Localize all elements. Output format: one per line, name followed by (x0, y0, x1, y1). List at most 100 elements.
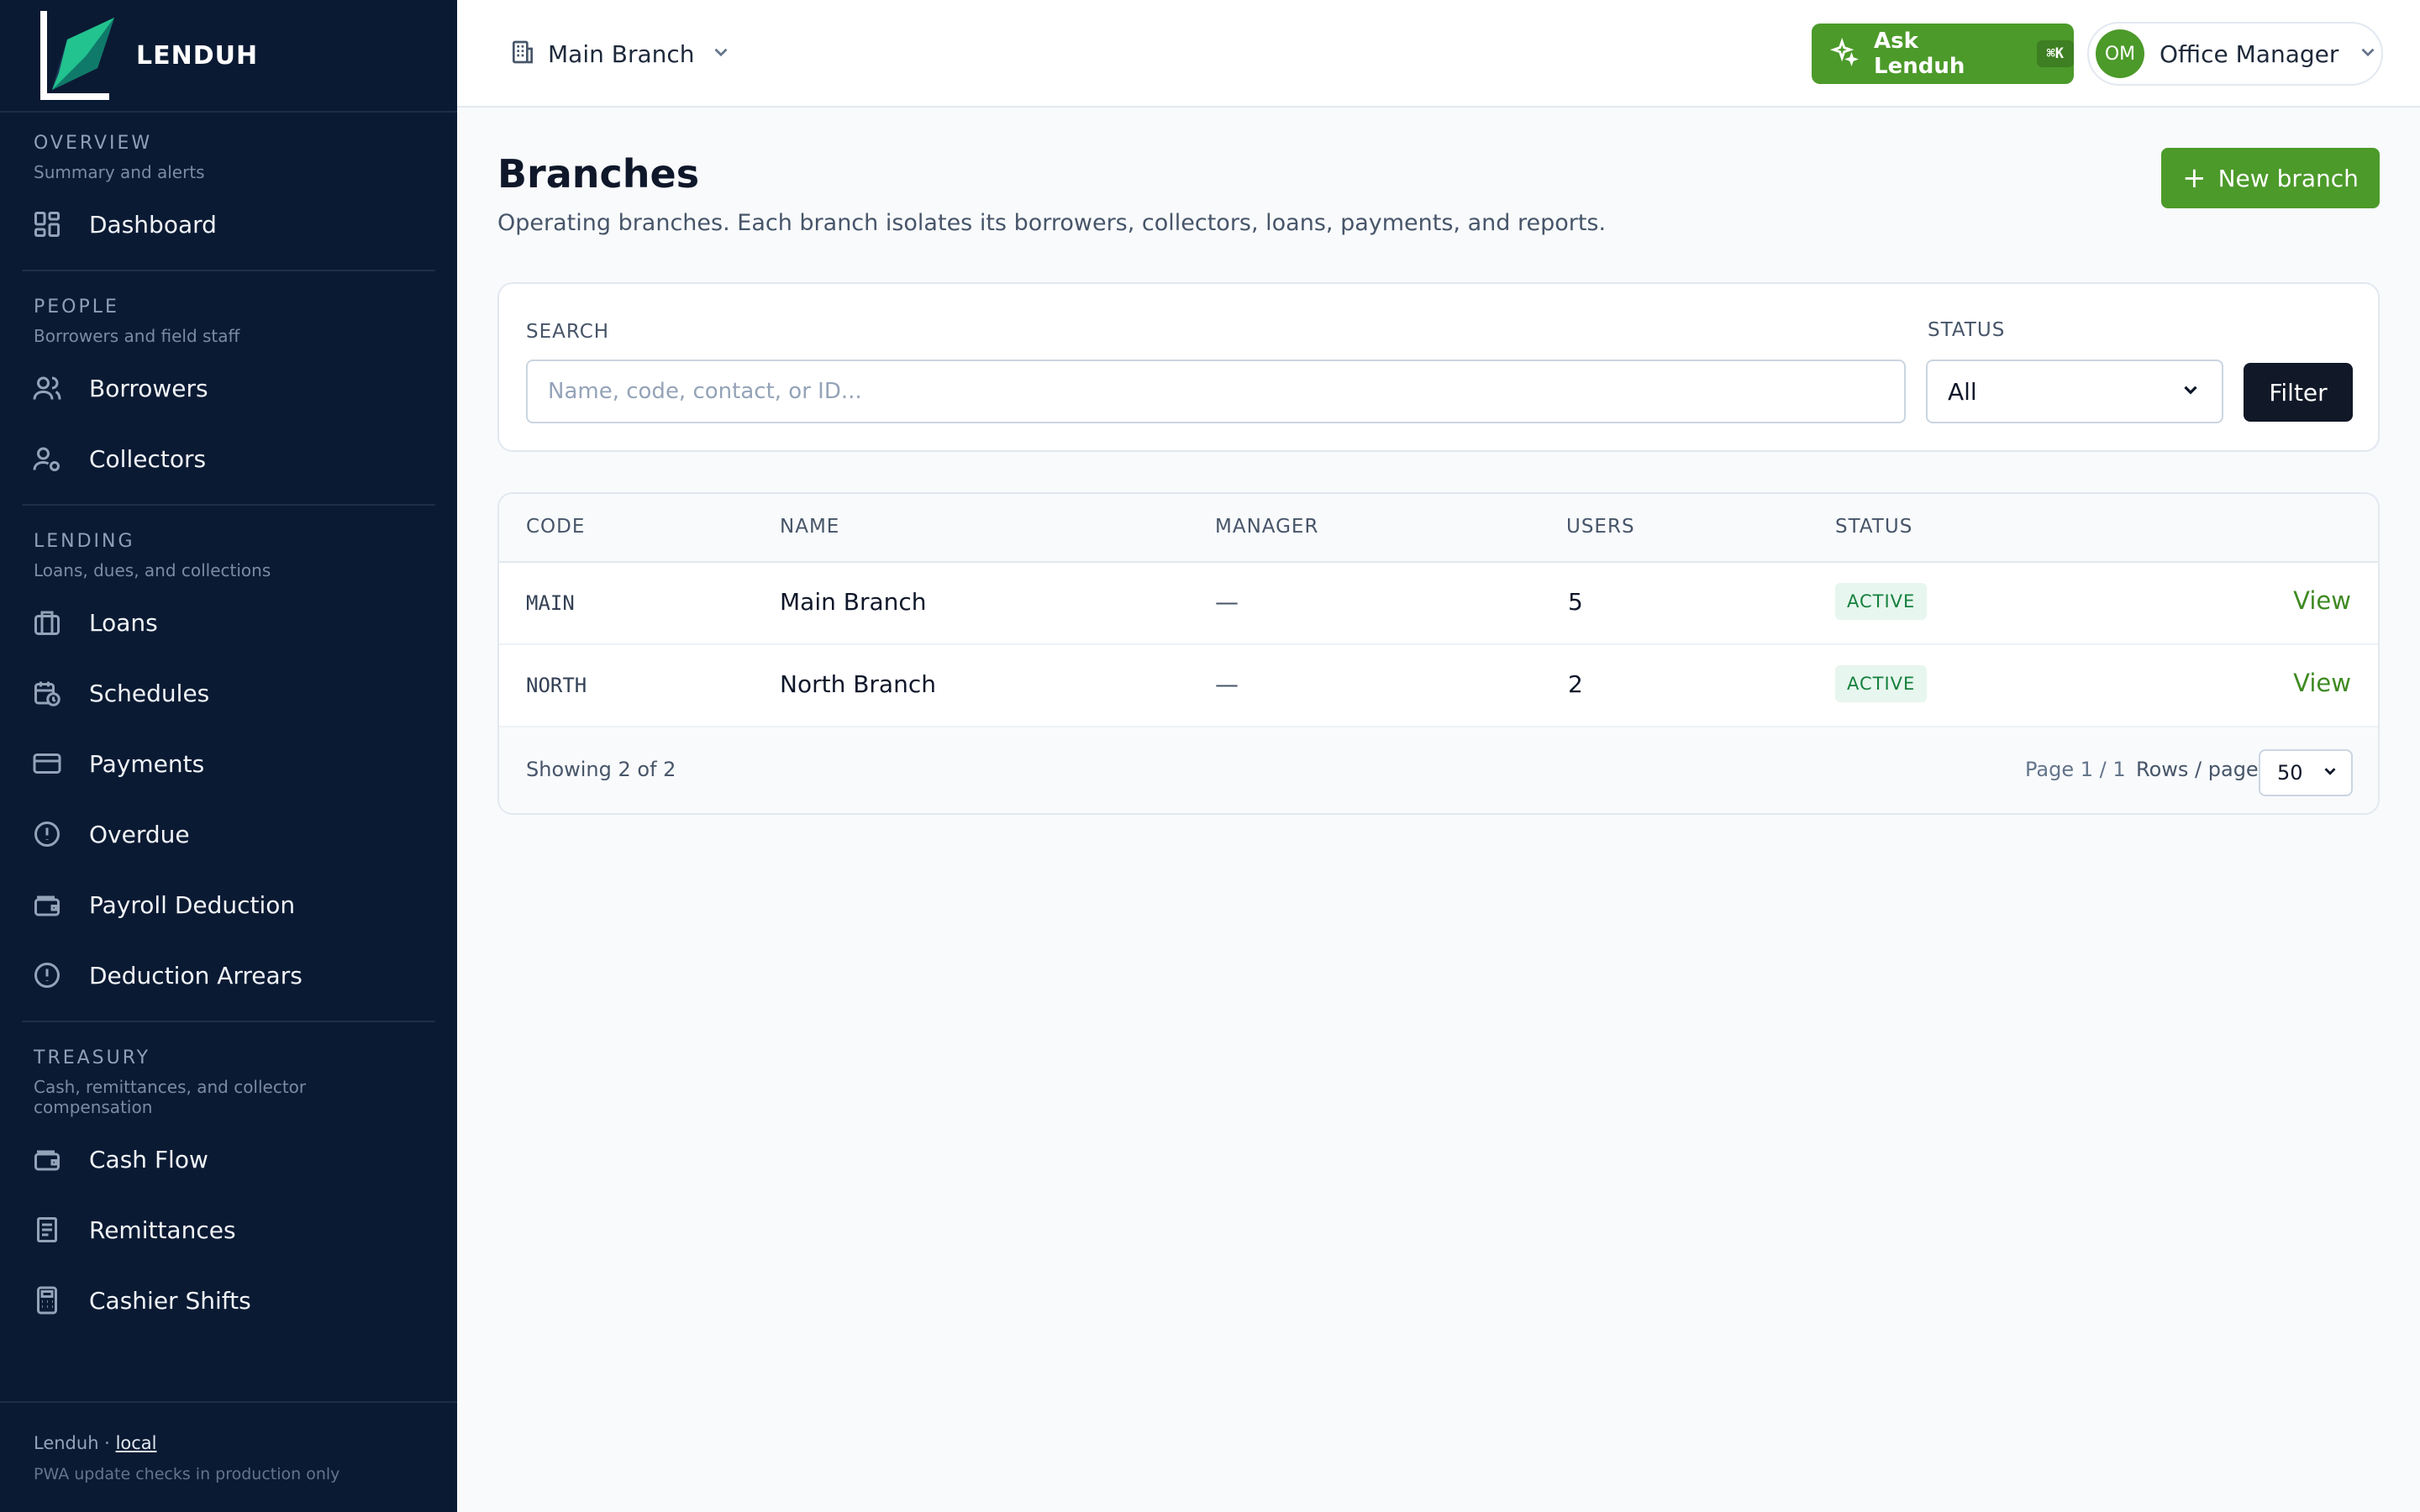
keyboard-shortcut: ⌘K (2036, 40, 2074, 67)
branch-code: MAIN (526, 591, 575, 615)
search-label: SEARCH (526, 321, 610, 343)
page-subtitle: Operating branches. Each branch isolates… (497, 210, 1607, 236)
ask-lenduh-label: Ask Lenduh (1874, 29, 1965, 79)
chevron-down-icon (2180, 379, 2202, 404)
footer-env-link[interactable]: local (116, 1433, 157, 1453)
sidebar-item-payments[interactable]: Payments (22, 728, 435, 799)
lenduh-logo-icon (34, 6, 116, 105)
chevron-down-icon (710, 41, 732, 66)
section-title: LENDING (34, 531, 135, 552)
sidebar: LENDUH OVERVIEW Summary and alerts Dashb… (0, 0, 457, 1512)
status-badge: ACTIVE (1835, 665, 1928, 702)
status-select-value: All (1948, 377, 1977, 406)
sidebar-item-label: Payments (89, 749, 205, 778)
sidebar-item-cashier-shifts[interactable]: Cashier Shifts (22, 1265, 435, 1336)
table-footer: Showing 2 of 2 Page 1 / 1 Rows / page 50 (499, 727, 2378, 813)
user-name: Office Manager (2160, 39, 2339, 68)
branch-switcher[interactable]: Main Branch (509, 34, 732, 74)
sparkles-icon (1829, 37, 1859, 70)
page-title: Branches (497, 151, 700, 197)
plus-icon: + (2182, 161, 2207, 195)
ask-lenduh-button[interactable]: Ask Lenduh ⌘K (1812, 24, 2074, 84)
rows-per-page-value: 50 (2277, 761, 2303, 785)
sidebar-item-borrowers[interactable]: Borrowers (22, 353, 435, 423)
sidebar-section-people: PEOPLE Borrowers and field staff Borrowe… (0, 276, 457, 494)
wallet-icon (30, 1142, 64, 1176)
calculator-icon (30, 1284, 64, 1317)
section-subtitle: Summary and alerts (34, 162, 205, 182)
section-subtitle: Cash, remittances, and collector compens… (34, 1077, 307, 1117)
branch-name: Main Branch (780, 588, 927, 616)
topbar: Main Branch Ask Lenduh ⌘K OM Office Mana… (457, 0, 2420, 108)
user-cog-icon (30, 442, 64, 475)
column-header-manager: MANAGER (1215, 516, 1319, 538)
new-branch-button[interactable]: + New branch (2161, 148, 2380, 208)
dashboard-icon (30, 207, 64, 241)
sidebar-section-lending: LENDING Loans, dues, and collections Loa… (0, 511, 457, 1011)
building-icon (509, 39, 536, 69)
page-info: Page 1 / 1 (2025, 758, 2126, 781)
branches-table: CODE NAME MANAGER USERS STATUS MAIN Main… (497, 492, 2380, 815)
filter-button[interactable]: Filter (2244, 363, 2353, 422)
column-header-code: CODE (526, 516, 586, 538)
branch-manager: — (1215, 670, 1239, 698)
brand-name: LENDUH (136, 40, 259, 71)
search-input[interactable] (526, 360, 1906, 423)
sidebar-section-overview: OVERVIEW Summary and alerts Dashboard (0, 113, 457, 260)
users-icon (30, 371, 64, 405)
avatar: OM (2096, 29, 2144, 78)
section-title: TREASURY (34, 1047, 151, 1068)
status-badge: ACTIVE (1835, 583, 1928, 620)
credit-card-icon (30, 747, 64, 780)
sidebar-item-loans[interactable]: Loans (22, 587, 435, 658)
status-select[interactable]: All (1926, 360, 2223, 423)
section-title: PEOPLE (34, 297, 119, 318)
status-label: STATUS (1928, 319, 2006, 341)
receipt-icon (30, 1213, 64, 1247)
footer-note: PWA update checks in production only (34, 1465, 340, 1483)
sidebar-item-label: Overdue (89, 820, 190, 848)
sidebar-item-schedules[interactable]: Schedules (22, 658, 435, 728)
branch-name: North Branch (780, 670, 936, 698)
alert-circle-icon (30, 817, 64, 851)
sidebar-item-label: Schedules (89, 679, 210, 707)
branch-users: 2 (1568, 670, 1583, 698)
sidebar-item-dashboard[interactable]: Dashboard (22, 189, 435, 260)
table-row: NORTH North Branch — 2 ACTIVE View (499, 645, 2378, 727)
filter-card: SEARCH STATUS All Filter (497, 282, 2380, 452)
column-header-users: USERS (1566, 516, 1635, 538)
sidebar-item-label: Collectors (89, 444, 207, 473)
rows-per-page-select[interactable]: 50 (2259, 749, 2353, 796)
showing-count: Showing 2 of 2 (526, 758, 676, 781)
column-header-status: STATUS (1835, 516, 1913, 538)
view-branch-link[interactable]: View (2293, 586, 2351, 615)
sidebar-footer: Lenduh · local PWA update checks in prod… (0, 1401, 457, 1512)
sidebar-item-label: Deduction Arrears (89, 961, 302, 990)
footer-app-line: Lenduh · local (34, 1433, 424, 1453)
wallet-icon (30, 888, 64, 921)
new-branch-label: New branch (2217, 164, 2359, 192)
sidebar-item-remittances[interactable]: Remittances (22, 1194, 435, 1265)
footer-app-name: Lenduh · (34, 1433, 110, 1453)
sidebar-divider (22, 504, 435, 506)
briefcase-icon (30, 606, 64, 639)
sidebar-item-label: Borrowers (89, 374, 208, 402)
sidebar-item-label: Cashier Shifts (89, 1286, 251, 1315)
view-branch-link[interactable]: View (2293, 669, 2351, 697)
sidebar-item-cash-flow[interactable]: Cash Flow (22, 1124, 435, 1194)
branch-name: Main Branch (548, 39, 695, 68)
sidebar-section-treasury: TREASURY Cash, remittances, and collecto… (0, 1027, 457, 1336)
sidebar-item-label: Cash Flow (89, 1145, 208, 1173)
chevron-down-icon (2357, 41, 2379, 66)
sidebar-item-label: Dashboard (89, 210, 217, 239)
user-menu[interactable]: OM Office Manager (2087, 22, 2383, 86)
brand[interactable]: LENDUH (0, 0, 457, 113)
sidebar-item-collectors[interactable]: Collectors (22, 423, 435, 494)
sidebar-divider (22, 1021, 435, 1022)
sidebar-item-overdue[interactable]: Overdue (22, 799, 435, 869)
sidebar-item-payroll-deduction[interactable]: Payroll Deduction (22, 869, 435, 940)
sidebar-item-deduction-arrears[interactable]: Deduction Arrears (22, 940, 435, 1011)
sidebar-item-label: Payroll Deduction (89, 890, 296, 919)
column-header-name: NAME (780, 516, 840, 538)
section-subtitle: Borrowers and field staff (34, 326, 240, 346)
